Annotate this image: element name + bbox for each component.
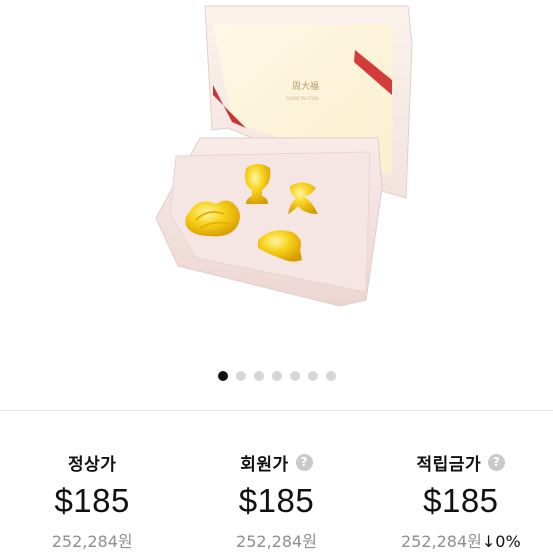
carousel-dot[interactable]: [271, 371, 282, 381]
points-price-label-row: 적립금가 ?: [369, 450, 553, 475]
svg-text:CHOW TAI FOOK: CHOW TAI FOOK: [286, 96, 319, 101]
carousel-dot[interactable]: [325, 371, 336, 381]
svg-text:周大福: 周大福: [292, 80, 319, 92]
points-price-krw-row: 252,284원↓0%: [369, 528, 553, 552]
points-price-label: 적립금가: [416, 455, 482, 475]
price-summary: 정상가 $185 252,284원 회원가 ? $185 252,284원 적립…: [0, 412, 553, 553]
carousel-dot[interactable]: [253, 371, 264, 381]
points-price-column: 적립금가 ? $185 252,284원↓0%: [369, 412, 553, 553]
carousel-dot[interactable]: [235, 371, 246, 381]
regular-price-label: 정상가: [67, 455, 117, 475]
member-price-label-row: 회원가 ?: [184, 450, 368, 475]
regular-price-krw: 252,284원: [51, 532, 133, 551]
member-price-help-icon[interactable]: ?: [295, 454, 313, 471]
points-price-help-icon[interactable]: ?: [488, 454, 506, 471]
points-price-krw: 252,284원: [400, 532, 482, 551]
section-divider: [0, 410, 553, 411]
gold-pin-gift-box-illustration: 周大福 CHOW TAI FOOK: [155, 5, 413, 307]
carousel-dot[interactable]: [307, 371, 318, 381]
regular-price-usd: $185: [54, 482, 130, 519]
member-price-label: 회원가: [240, 455, 289, 475]
product-image[interactable]: 周大福 CHOW TAI FOOK: [0, 0, 553, 352]
member-price-usd: $185: [238, 482, 315, 519]
points-price-usd: $185: [423, 482, 499, 519]
carousel-dot[interactable]: [217, 371, 228, 381]
regular-price-label-row: 정상가: [0, 450, 184, 475]
member-price-krw: 252,284원: [236, 532, 317, 551]
points-price-change: ↓0%: [481, 532, 521, 551]
member-price-column: 회원가 ? $185 252,284원: [184, 412, 368, 553]
carousel-pagination: [0, 368, 553, 384]
regular-price-column: 정상가 $185 252,284원: [0, 412, 184, 553]
carousel-dot[interactable]: [289, 371, 300, 381]
